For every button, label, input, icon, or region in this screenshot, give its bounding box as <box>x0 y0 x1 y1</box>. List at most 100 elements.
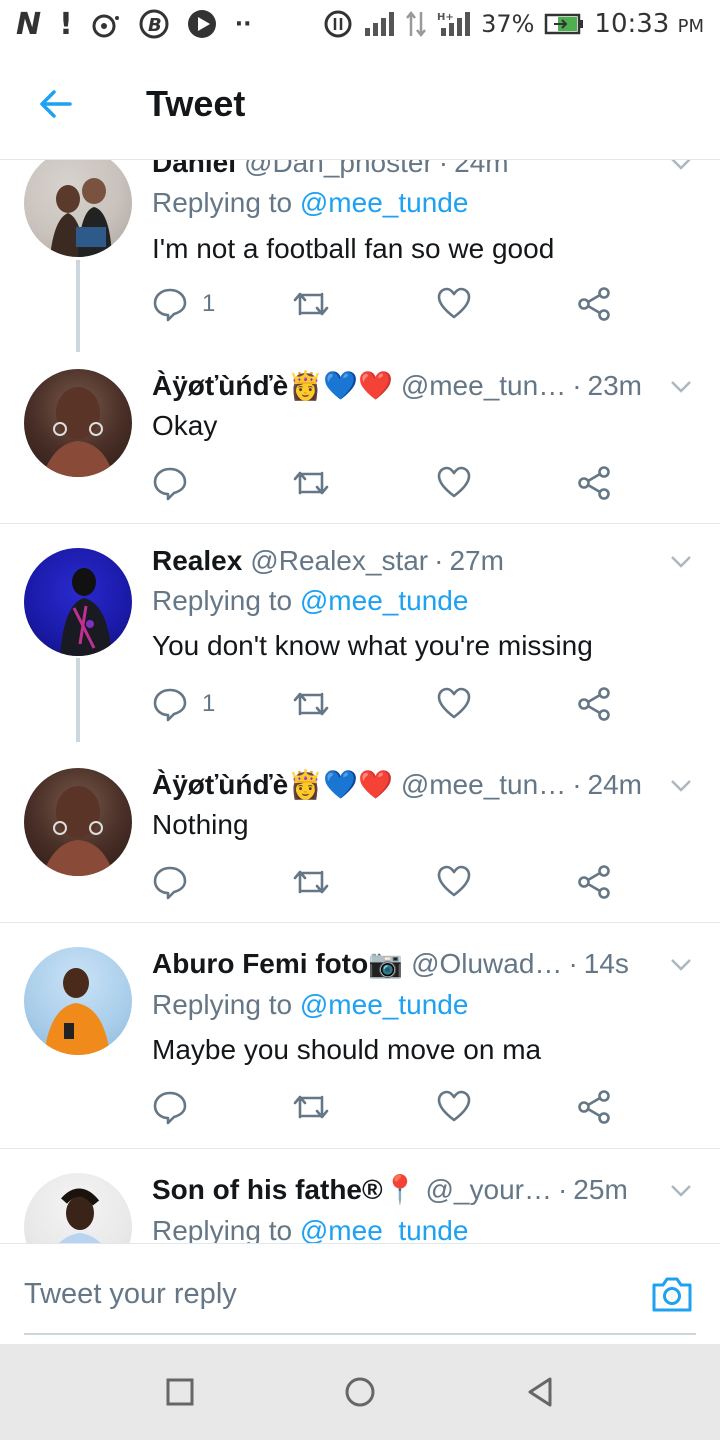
status-right-icons: H+ 37% 10:33 PM <box>323 9 704 39</box>
share-button[interactable] <box>576 1087 612 1127</box>
share-icon <box>578 287 610 321</box>
netflix-n-icon: N <box>16 6 42 42</box>
share-icon <box>578 687 610 721</box>
display-name[interactable]: Àÿøťùńďè👸💙❤️ <box>152 768 393 802</box>
svg-text:B: B <box>148 15 162 36</box>
tweet-header: Àÿøťùńďè👸💙❤️ @mee_tun… · 23m <box>152 369 660 403</box>
tweet-item[interactable]: Son of his fathe®📍 @_your… · 25m Replyin… <box>0 1149 720 1243</box>
share-button[interactable] <box>576 684 612 724</box>
timestamp: 24m <box>454 160 509 178</box>
timestamp: 25m <box>573 1174 628 1205</box>
action-bar: 1 <box>152 684 632 724</box>
replying-to: Replying to @mee_tunde <box>152 988 468 1022</box>
action-bar: 1 <box>152 284 632 324</box>
camera-icon[interactable] <box>650 1272 694 1316</box>
svg-text:H+: H+ <box>437 12 454 23</box>
heart-icon <box>437 1090 471 1122</box>
reply-button[interactable]: 1 <box>152 684 215 724</box>
user-handle[interactable]: @Oluwad… <box>411 947 562 981</box>
user-handle[interactable]: @_your… <box>426 1173 552 1207</box>
back-button[interactable] <box>0 48 112 160</box>
reply-feed[interactable]: Daniel @Dan_phoster · 24m Replying to @m… <box>0 160 720 1243</box>
home-circle-icon[interactable] <box>344 1376 376 1408</box>
retweet-button[interactable] <box>292 862 330 902</box>
reply-button[interactable]: 1 <box>152 284 215 324</box>
mention-link[interactable]: @mee_tunde <box>300 989 469 1020</box>
avatar[interactable] <box>24 548 132 656</box>
tweet-text: I'm not a football fan so we good <box>152 233 555 264</box>
like-button[interactable] <box>436 284 472 324</box>
input-underline <box>24 1333 696 1335</box>
reply-bubble-icon <box>153 866 187 900</box>
retweet-icon <box>293 870 329 894</box>
replying-prefix: Replying to <box>152 989 293 1020</box>
reply-bubble-icon <box>153 288 187 322</box>
retweet-button[interactable] <box>292 1087 330 1127</box>
share-button[interactable] <box>576 463 612 503</box>
reply-button[interactable] <box>152 463 202 503</box>
recents-square-icon[interactable] <box>164 1376 196 1408</box>
reply-count: 1 <box>202 690 216 717</box>
chevron-down-icon[interactable] <box>668 1177 694 1203</box>
heart-icon <box>437 466 471 498</box>
mention-link[interactable]: @mee_tunde <box>300 585 469 616</box>
display-name[interactable]: Daniel <box>152 160 236 180</box>
data-saver-icon <box>323 9 353 39</box>
user-handle[interactable]: @mee_tun… <box>401 768 566 802</box>
replying-to: Replying to @mee_tunde <box>152 1214 468 1243</box>
mention-link[interactable]: @mee_tunde <box>300 1215 469 1243</box>
reply-input[interactable]: Tweet your reply <box>24 1244 624 1344</box>
reply-bubble-icon <box>153 467 187 501</box>
timestamp: 24m <box>587 769 642 800</box>
separator-dot: · <box>572 769 582 800</box>
tweet-item[interactable]: Àÿøťùńďè👸💙❤️ @mee_tun… · 24m Nothing <box>0 748 720 922</box>
avatar[interactable] <box>24 947 132 1055</box>
avatar[interactable] <box>24 768 132 876</box>
user-handle[interactable]: @Dan_phoster <box>244 160 433 180</box>
chevron-down-icon[interactable] <box>668 772 694 798</box>
reply-button[interactable] <box>152 1087 202 1127</box>
status-bar: N ! B ·· H+ 37% 10:33 PM <box>0 0 720 48</box>
signal-h-icon: H+ <box>437 10 471 38</box>
chevron-down-icon[interactable] <box>668 160 694 176</box>
back-triangle-icon[interactable] <box>524 1376 556 1408</box>
retweet-button[interactable] <box>292 463 330 503</box>
user-handle[interactable]: @mee_tun… <box>401 369 566 403</box>
mention-link[interactable]: @mee_tunde <box>300 187 469 218</box>
tweet-item[interactable]: Aburo Femi foto📷 @Oluwad… · 14s Replying… <box>0 923 720 1148</box>
app-bar: Tweet <box>0 48 720 160</box>
share-button[interactable] <box>576 862 612 902</box>
chevron-down-icon[interactable] <box>668 373 694 399</box>
like-button[interactable] <box>436 862 472 902</box>
tweet-item[interactable]: Realex @Realex_star · 27m Replying to @m… <box>0 524 720 742</box>
action-bar <box>152 862 632 902</box>
more-dots-icon: ·· <box>234 11 252 37</box>
chevron-down-icon[interactable] <box>668 548 694 574</box>
clock-time: 10:33 <box>594 9 670 39</box>
heart-icon <box>437 287 471 319</box>
display-name[interactable]: Aburo Femi foto📷 <box>152 947 403 981</box>
action-bar <box>152 463 632 503</box>
like-button[interactable] <box>436 684 472 724</box>
display-name[interactable]: Son of his fathe®📍 <box>152 1173 418 1207</box>
separator-dot: · <box>438 160 449 178</box>
avatar[interactable] <box>24 369 132 477</box>
like-button[interactable] <box>436 1087 472 1127</box>
display-name[interactable]: Àÿøťùńďè👸💙❤️ <box>152 369 393 403</box>
play-icon <box>187 9 217 39</box>
share-icon <box>578 1090 610 1124</box>
tweet-item[interactable]: Àÿøťùńďè👸💙❤️ @mee_tun… · 23m Okay <box>0 349 720 523</box>
action-bar <box>152 1087 632 1127</box>
tweet-item[interactable]: Daniel @Dan_phoster · 24m Replying to @m… <box>0 160 720 352</box>
chevron-down-icon[interactable] <box>668 951 694 977</box>
share-button[interactable] <box>576 284 612 324</box>
avatar[interactable] <box>24 160 132 257</box>
reply-bubble-icon <box>153 1091 187 1125</box>
avatar[interactable] <box>24 1173 132 1243</box>
like-button[interactable] <box>436 463 472 503</box>
display-name[interactable]: Realex <box>152 544 242 578</box>
reply-button[interactable] <box>152 862 202 902</box>
user-handle[interactable]: @Realex_star <box>250 544 428 578</box>
retweet-button[interactable] <box>292 684 330 724</box>
retweet-button[interactable] <box>292 284 330 324</box>
